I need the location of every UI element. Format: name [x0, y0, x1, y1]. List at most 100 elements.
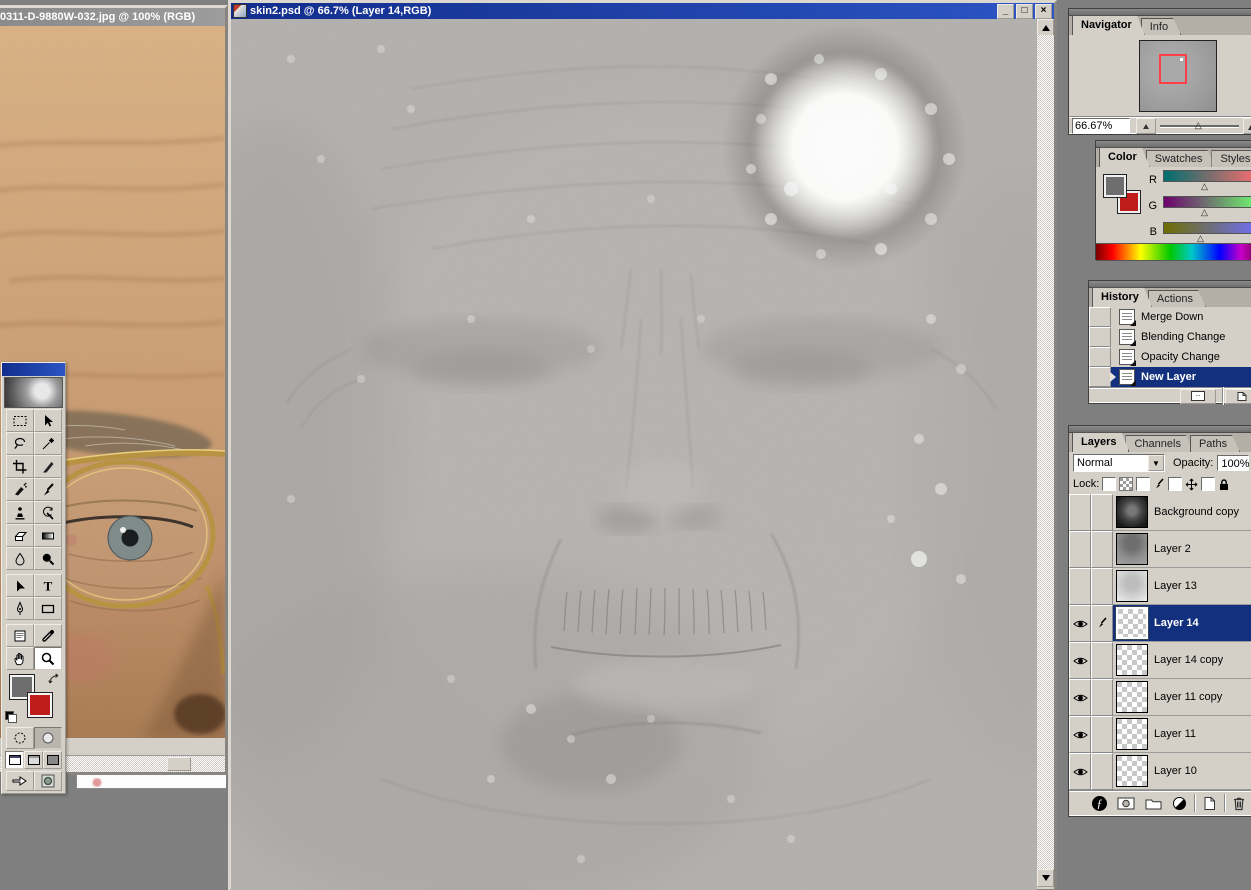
canvas-image[interactable] — [231, 19, 1037, 890]
history-item-selected[interactable]: New Layer — [1089, 367, 1251, 387]
layers-palette-titlebar[interactable] — [1069, 426, 1251, 433]
visibility-toggle[interactable] — [1069, 753, 1091, 790]
layer-thumbnail[interactable] — [1116, 755, 1148, 787]
history-palette-titlebar[interactable] — [1089, 281, 1251, 288]
layer-thumbnail[interactable] — [1116, 607, 1148, 639]
tool-blur[interactable] — [6, 547, 34, 570]
layer-thumbnail[interactable] — [1116, 681, 1148, 713]
zoom-slider-thumb[interactable]: △ — [1195, 121, 1202, 130]
new-layer-button[interactable] — [1197, 794, 1222, 812]
layer-row-layer-11[interactable]: Layer 11 — [1069, 716, 1251, 753]
tab-layers[interactable]: Layers — [1072, 432, 1129, 452]
add-layer-mask-button[interactable] — [1112, 794, 1140, 812]
main-vertical-scrollbar[interactable] — [1037, 19, 1054, 889]
tool-eyedropper[interactable] — [34, 624, 62, 647]
layer-row-layer-14-copy[interactable]: Layer 14 copy — [1069, 642, 1251, 679]
navigator-zoom-slider[interactable]: △ — [1160, 119, 1239, 133]
tool-hand[interactable] — [6, 647, 34, 670]
maximize-button[interactable]: □ — [1016, 4, 1033, 19]
toolbox[interactable]: T — [1, 362, 66, 794]
lock-all-checkbox[interactable] — [1201, 477, 1215, 491]
tool-notes[interactable] — [6, 624, 34, 647]
left-window-titlebar[interactable]: 0311-D-9880W-032.jpg @ 100% (RGB) — [0, 8, 225, 26]
visibility-toggle[interactable] — [1069, 642, 1091, 679]
zoom-out-button[interactable] — [1136, 118, 1156, 134]
layer-row-background-copy[interactable]: Background copy — [1069, 494, 1251, 531]
layer-effects-button[interactable]: ƒ — [1087, 794, 1112, 812]
background-color-swatch[interactable] — [28, 693, 52, 717]
lock-image-checkbox[interactable] — [1136, 477, 1150, 491]
tool-pen[interactable] — [6, 597, 34, 620]
link-cell[interactable] — [1091, 605, 1113, 642]
tool-crop[interactable] — [6, 455, 34, 478]
color-foreground-swatch[interactable] — [1104, 175, 1126, 197]
tool-eraser[interactable] — [6, 524, 34, 547]
layer-thumbnail[interactable] — [1116, 718, 1148, 750]
layer-row-layer-14-selected[interactable]: Layer 14 — [1069, 605, 1251, 642]
tool-rectangular-marquee[interactable] — [6, 409, 34, 432]
quick-mask-mode-button[interactable] — [34, 727, 62, 749]
tab-info[interactable]: Info — [1141, 18, 1181, 35]
red-slider-bar[interactable] — [1163, 170, 1251, 182]
green-slider-thumb[interactable]: △ — [1201, 208, 1251, 217]
tab-styles[interactable]: Styles — [1211, 150, 1251, 167]
visibility-toggle[interactable] — [1069, 679, 1091, 716]
layer-thumbnail[interactable] — [1116, 644, 1148, 676]
minimize-button[interactable]: _ — [997, 4, 1014, 19]
tool-rectangle[interactable] — [34, 597, 62, 620]
tool-path-component-select[interactable] — [6, 574, 34, 597]
history-snapshot-cell[interactable] — [1089, 367, 1111, 387]
layer-thumbnail[interactable] — [1116, 570, 1148, 602]
visibility-toggle[interactable] — [1069, 716, 1091, 753]
tool-move[interactable] — [34, 409, 62, 432]
color-palette-titlebar[interactable] — [1096, 141, 1251, 148]
new-layer-set-button[interactable] — [1140, 794, 1167, 812]
history-item[interactable]: Opacity Change — [1089, 347, 1251, 367]
close-button[interactable]: × — [1035, 4, 1052, 19]
blend-mode-arrow-icon[interactable]: ▼ — [1148, 455, 1164, 471]
link-cell[interactable] — [1091, 568, 1113, 605]
lock-position-checkbox[interactable] — [1168, 477, 1182, 491]
tool-slice[interactable] — [34, 455, 62, 478]
history-item[interactable]: Merge Down — [1089, 307, 1251, 327]
opacity-field[interactable]: 100% — [1217, 455, 1249, 471]
delete-layer-button[interactable] — [1227, 794, 1251, 812]
tool-clone-stamp[interactable] — [6, 501, 34, 524]
tool-airbrush[interactable] — [6, 478, 34, 501]
tool-lasso[interactable] — [6, 432, 34, 455]
link-cell[interactable] — [1091, 642, 1113, 679]
tab-color[interactable]: Color — [1099, 147, 1150, 167]
lock-transparency-checkbox[interactable] — [1102, 477, 1116, 491]
tab-history[interactable]: History — [1092, 287, 1152, 307]
color-spectrum-bar[interactable] — [1096, 243, 1251, 261]
link-cell[interactable] — [1091, 494, 1113, 531]
link-cell[interactable] — [1091, 716, 1113, 753]
layer-row-layer-11-copy[interactable]: Layer 11 copy — [1069, 679, 1251, 716]
blend-mode-select[interactable]: Normal ▼ — [1073, 454, 1165, 472]
tab-swatches[interactable]: Swatches — [1146, 150, 1216, 167]
main-window-titlebar[interactable]: skin2.psd @ 66.7% (Layer 14,RGB) _ □ × — [231, 3, 1054, 19]
navigator-zoom-input[interactable] — [1072, 118, 1130, 134]
scrollbar-track[interactable] — [1037, 35, 1054, 873]
fullscreen-mode-button[interactable] — [43, 751, 62, 769]
navigator-palette-titlebar[interactable] — [1069, 9, 1251, 16]
layer-row-layer-13[interactable]: Layer 13 — [1069, 568, 1251, 605]
layer-thumbnail[interactable] — [1116, 496, 1148, 528]
link-cell[interactable] — [1091, 753, 1113, 790]
jump-to-imageready-button[interactable] — [6, 771, 34, 791]
scrollbar-thumb[interactable] — [167, 757, 191, 771]
imageready-logo-button[interactable] — [34, 771, 62, 791]
new-adjustment-layer-button[interactable] — [1167, 794, 1192, 812]
standard-screen-mode-button[interactable] — [5, 751, 24, 769]
tool-magic-wand[interactable] — [34, 432, 62, 455]
layer-row-layer-2[interactable]: Layer 2 — [1069, 531, 1251, 568]
zoom-in-button[interactable] — [1243, 118, 1251, 134]
default-colors-icon[interactable] — [5, 711, 17, 723]
link-cell[interactable] — [1091, 679, 1113, 716]
history-snapshot-cell[interactable] — [1089, 307, 1111, 327]
tool-gradient[interactable] — [34, 524, 62, 547]
document-window-main[interactable]: skin2.psd @ 66.7% (Layer 14,RGB) _ □ × — [228, 0, 1057, 890]
visibility-toggle[interactable] — [1069, 494, 1091, 531]
history-snapshot-cell[interactable] — [1089, 347, 1111, 367]
history-snapshot-cell[interactable] — [1089, 327, 1111, 347]
